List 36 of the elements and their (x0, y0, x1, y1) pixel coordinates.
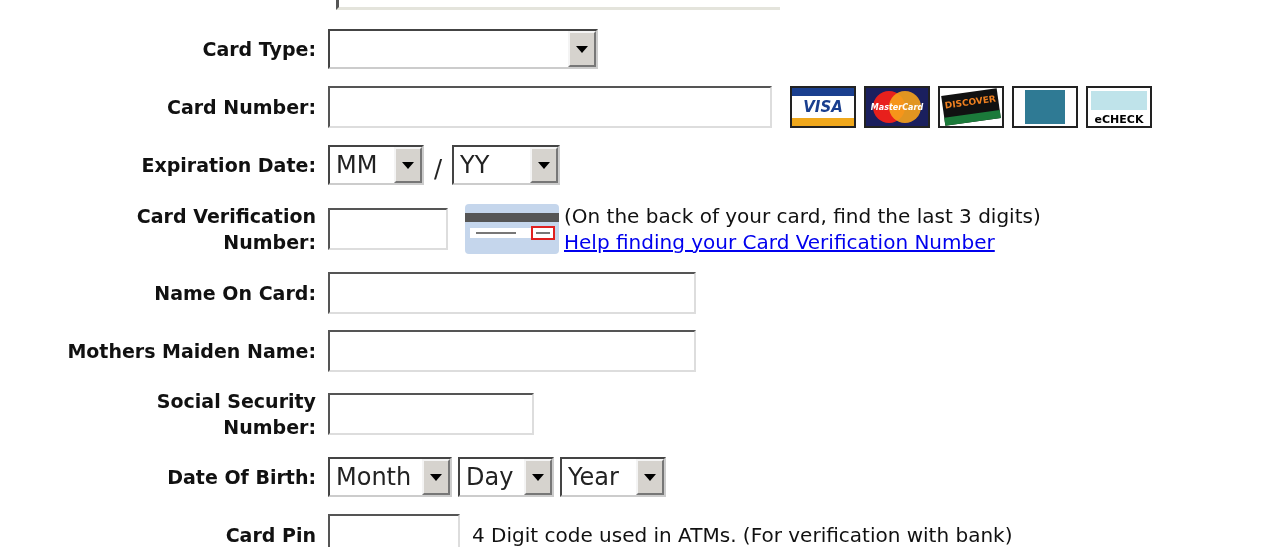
field-label: Expiration Date: (140, 153, 316, 178)
input-field[interactable] (328, 393, 534, 435)
dropdown[interactable]: Year (560, 457, 666, 497)
card-back-icon (464, 203, 560, 255)
separator: / (434, 154, 443, 183)
amex-logo (1012, 86, 1078, 128)
input-field[interactable] (328, 272, 696, 314)
dropdown[interactable]: YY (452, 145, 561, 185)
dropdown[interactable]: Day (458, 457, 554, 497)
field-label: Card Type: (201, 37, 316, 62)
field-label: Mothers Maiden Name: (66, 339, 316, 364)
input-field[interactable] (328, 86, 772, 128)
field-label: Date Of Birth: (166, 465, 316, 490)
dropdown-arrow-icon (538, 161, 551, 169)
dropdown-arrow-icon (644, 473, 656, 481)
input-field[interactable] (328, 208, 448, 250)
field-label: Name On Card: (153, 281, 316, 306)
dropdown[interactable] (328, 29, 598, 69)
field-label: Card Number: (165, 95, 316, 120)
field-label: Card Verification Number: (135, 204, 316, 255)
dropdown-arrow-icon (532, 473, 544, 481)
field-label: Social Security Number: (155, 389, 316, 440)
field-label: Card Pin (224, 523, 316, 547)
visa-logo: VISA (790, 86, 856, 128)
discover-logo: DISCOVER (938, 86, 1004, 128)
dropdown[interactable]: Month (328, 457, 452, 497)
dropdown-arrow-icon (402, 161, 414, 169)
dropdown[interactable]: MM (328, 145, 424, 185)
hint-text: 4 Digit code used in ATMs. (For verification with bank) (472, 523, 1013, 547)
help-link[interactable]: Help finding your Card Verification Number (564, 229, 1041, 255)
hint-text: (On the back of your card, find the last 3 digits) (564, 203, 1041, 229)
dropdown-arrow-icon (576, 45, 588, 53)
input-field[interactable] (328, 330, 696, 372)
echeck-logo: eCHECK (1086, 86, 1152, 128)
input-field[interactable] (328, 514, 460, 547)
dropdown-arrow-icon (430, 473, 442, 481)
